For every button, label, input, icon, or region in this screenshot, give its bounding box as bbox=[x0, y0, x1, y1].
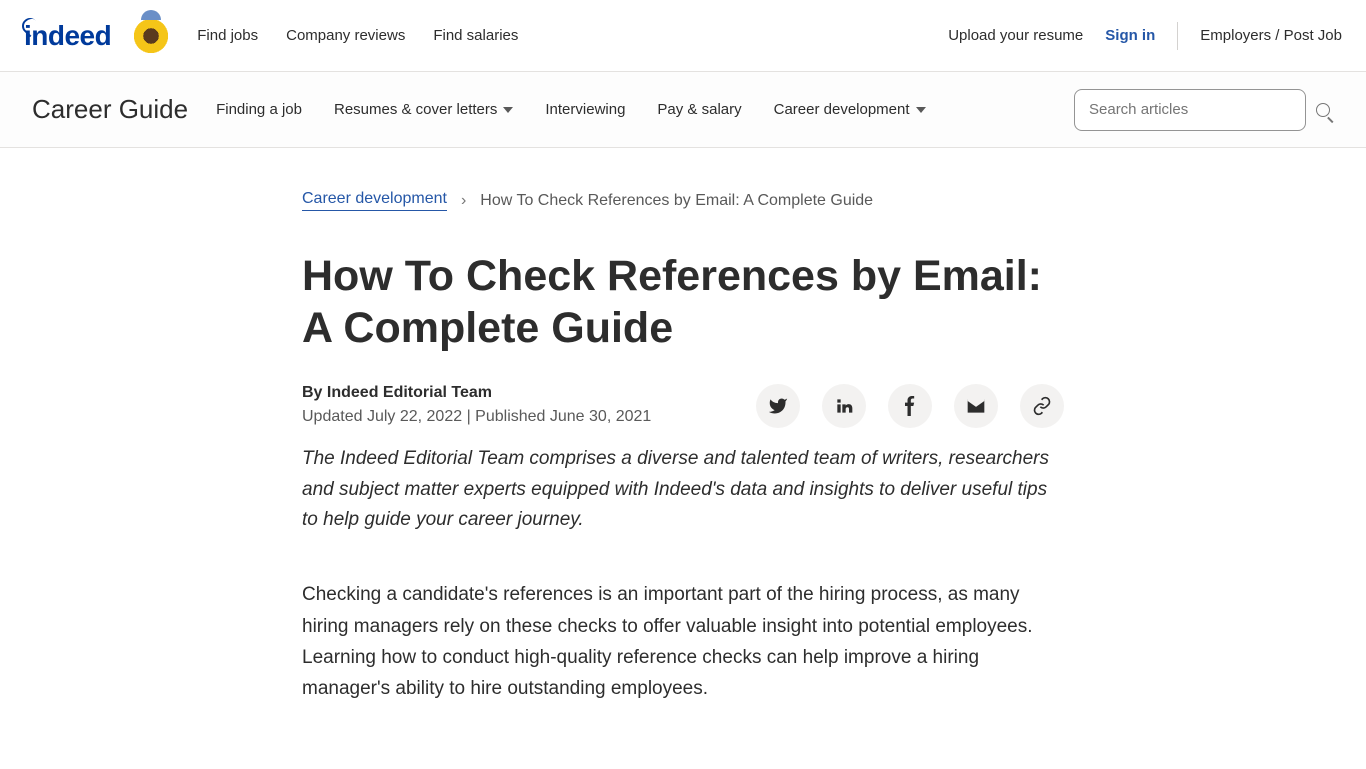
search-icon bbox=[1316, 103, 1330, 117]
top-right-nav: Upload your resume Sign in Employers / P… bbox=[948, 22, 1342, 50]
employers-link[interactable]: Employers / Post Job bbox=[1200, 27, 1342, 44]
primary-nav: Find jobs Company reviews Find salaries bbox=[197, 27, 518, 44]
nav-find-jobs[interactable]: Find jobs bbox=[197, 27, 258, 44]
share-email-button[interactable] bbox=[954, 384, 998, 428]
chevron-down-icon bbox=[916, 107, 926, 113]
sub-header: Career Guide Finding a job Resumes & cov… bbox=[0, 72, 1366, 148]
share-linkedin-button[interactable] bbox=[822, 384, 866, 428]
divider bbox=[1177, 22, 1178, 50]
share-bar bbox=[756, 384, 1064, 428]
breadcrumb-current: How To Check References by Email: A Comp… bbox=[480, 192, 873, 210]
sign-in-link[interactable]: Sign in bbox=[1105, 27, 1155, 44]
body-paragraph: Checking a candidate's references is an … bbox=[302, 579, 1064, 704]
subnav-label: Career development bbox=[774, 101, 910, 118]
share-link-button[interactable] bbox=[1020, 384, 1064, 428]
indeed-logo[interactable]: indeed bbox=[24, 20, 111, 52]
breadcrumb-parent[interactable]: Career development bbox=[302, 190, 447, 211]
facebook-icon bbox=[900, 396, 920, 416]
meta-row: By Indeed Editorial Team Updated July 22… bbox=[302, 384, 1064, 428]
subnav-resumes[interactable]: Resumes & cover letters bbox=[334, 101, 513, 118]
share-twitter-button[interactable] bbox=[756, 384, 800, 428]
share-facebook-button[interactable] bbox=[888, 384, 932, 428]
sub-nav: Finding a job Resumes & cover letters In… bbox=[216, 101, 925, 118]
dates: Updated July 22, 2022 | Published June 3… bbox=[302, 408, 651, 426]
subnav-label: Interviewing bbox=[545, 101, 625, 118]
subnav-pay-salary[interactable]: Pay & salary bbox=[657, 101, 741, 118]
search-input[interactable] bbox=[1074, 89, 1306, 131]
chevron-right-icon: › bbox=[461, 192, 466, 210]
intro-paragraph: The Indeed Editorial Team comprises a di… bbox=[302, 444, 1064, 535]
top-header: indeed Find jobs Company reviews Find sa… bbox=[0, 0, 1366, 72]
meta-text: By Indeed Editorial Team Updated July 22… bbox=[302, 384, 651, 426]
twitter-icon bbox=[768, 396, 788, 416]
subnav-label: Pay & salary bbox=[657, 101, 741, 118]
nav-find-salaries[interactable]: Find salaries bbox=[433, 27, 518, 44]
chevron-down-icon bbox=[503, 107, 513, 113]
subnav-career-dev[interactable]: Career development bbox=[774, 101, 926, 118]
page-title: How To Check References by Email: A Comp… bbox=[302, 251, 1064, 354]
upload-resume-link[interactable]: Upload your resume bbox=[948, 27, 1083, 44]
nav-company-reviews[interactable]: Company reviews bbox=[286, 27, 405, 44]
sunflower-icon bbox=[129, 14, 173, 58]
link-icon bbox=[1032, 396, 1052, 416]
subnav-interviewing[interactable]: Interviewing bbox=[545, 101, 625, 118]
subnav-finding-a-job[interactable]: Finding a job bbox=[216, 101, 302, 118]
article-content: Career development › How To Check Refere… bbox=[278, 148, 1088, 769]
byline: By Indeed Editorial Team bbox=[302, 384, 651, 402]
career-guide-title[interactable]: Career Guide bbox=[32, 94, 188, 125]
email-icon bbox=[966, 396, 986, 416]
linkedin-icon bbox=[834, 396, 854, 416]
subnav-label: Resumes & cover letters bbox=[334, 101, 497, 118]
search-button[interactable] bbox=[1312, 99, 1334, 121]
subnav-label: Finding a job bbox=[216, 101, 302, 118]
search-wrap bbox=[1074, 89, 1334, 131]
breadcrumb: Career development › How To Check Refere… bbox=[302, 190, 1064, 211]
